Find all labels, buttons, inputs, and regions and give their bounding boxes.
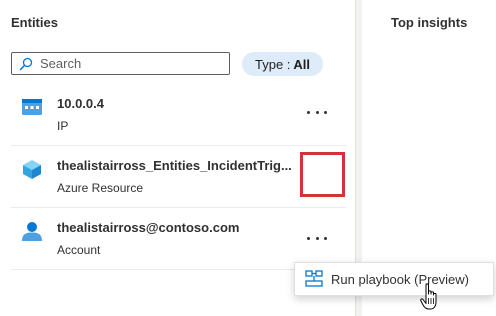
more-dot <box>315 110 319 114</box>
entity-row-azure-resource[interactable]: thealistairross_Entities_IncidentTrig...… <box>0 146 346 208</box>
entity-name: 10.0.0.4 <box>57 96 104 111</box>
account-user-icon <box>21 220 43 242</box>
more-dot <box>315 236 319 240</box>
azure-resource-cube-icon <box>21 158 43 180</box>
more-dot <box>307 236 310 240</box>
playbook-icon <box>305 270 323 288</box>
highlight-box <box>300 152 345 197</box>
ip-address-icon <box>21 96 43 118</box>
search-box[interactable] <box>11 52 230 75</box>
more-dot <box>307 110 310 114</box>
search-icon <box>12 53 40 74</box>
type-filter-label: Type : <box>255 56 291 72</box>
more-dot <box>324 110 327 114</box>
entity-row-account[interactable]: thealistairross@contoso.com Account <box>0 208 346 270</box>
entity-type: Account <box>57 243 101 257</box>
entity-name: thealistairross_Entities_IncidentTrig... <box>57 158 292 173</box>
hand-cursor-icon <box>420 283 442 311</box>
search-input[interactable] <box>40 56 220 71</box>
more-options-button[interactable] <box>304 104 330 120</box>
insights-title: Top insights <box>391 15 468 30</box>
context-menu-label: Run playbook (Preview) <box>331 271 470 287</box>
type-filter-pill[interactable]: Type : All <box>242 52 324 76</box>
entity-name: thealistairross@contoso.com <box>57 220 240 235</box>
entity-type: Azure Resource <box>57 181 144 195</box>
type-filter-value: All <box>293 56 311 72</box>
context-menu-item-run-playbook[interactable]: Run playbook (Preview) <box>294 262 494 296</box>
entity-type: IP <box>57 119 69 133</box>
more-dot <box>324 236 327 240</box>
entity-row-ip[interactable]: 10.0.0.4 IP <box>0 84 346 146</box>
more-options-button[interactable] <box>304 230 330 246</box>
entities-title: Entities <box>11 15 58 30</box>
